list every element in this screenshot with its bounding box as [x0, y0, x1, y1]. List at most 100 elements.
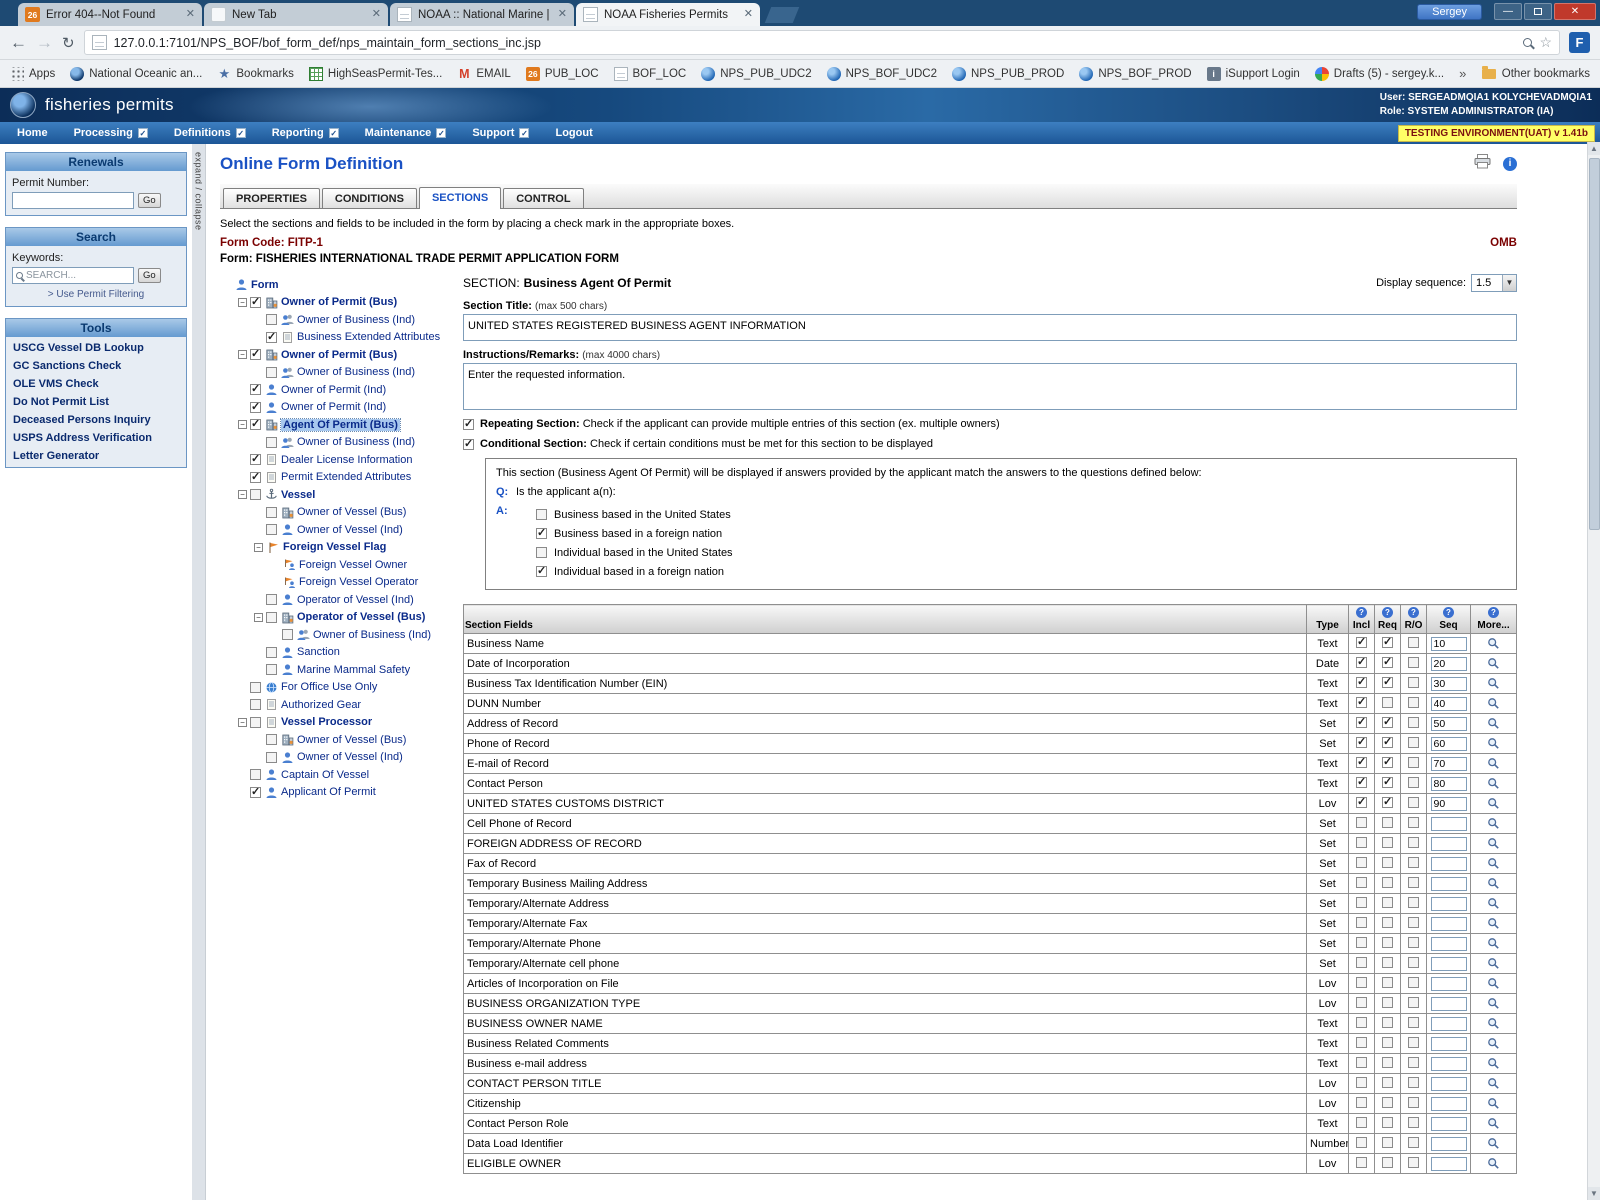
browser-tab-error-404-not-found[interactable]: 26Error 404--Not Found✕	[18, 3, 202, 26]
tab-close-icon[interactable]: ✕	[186, 9, 195, 20]
tree-item-label[interactable]: Owner of Vessel (Bus)	[297, 734, 406, 746]
seq-input[interactable]	[1431, 1097, 1467, 1111]
req-checkbox[interactable]	[1382, 1157, 1393, 1168]
seq-input[interactable]	[1431, 1137, 1467, 1151]
bookmark-bof-loc[interactable]: BOF_LOC	[614, 67, 687, 81]
field-details-icon[interactable]	[1474, 977, 1513, 990]
tree-item-owner-of-business-ind[interactable]: Owner of Business (Ind)	[220, 364, 455, 382]
repeating-section-checkbox[interactable]	[463, 419, 474, 430]
help-icon[interactable]: ?	[1443, 607, 1454, 618]
req-checkbox[interactable]	[1382, 1077, 1393, 1088]
incl-checkbox[interactable]	[1356, 857, 1367, 868]
tree-item-label[interactable]: Owner of Business (Ind)	[297, 436, 415, 448]
tree-checkbox[interactable]	[266, 524, 277, 535]
tree-item-applicant-of-permit[interactable]: Applicant Of Permit	[220, 784, 455, 802]
tree-checkbox[interactable]	[250, 699, 261, 710]
field-details-icon[interactable]	[1474, 1057, 1513, 1070]
forward-button[interactable]: →	[36, 34, 53, 51]
tree-item-label[interactable]: Sanction	[297, 646, 340, 658]
field-details-icon[interactable]	[1474, 1017, 1513, 1030]
tree-item-label[interactable]: Dealer License Information	[281, 454, 412, 466]
tree-item-label[interactable]: Foreign Vessel Flag	[283, 541, 386, 553]
incl-checkbox[interactable]	[1356, 1157, 1367, 1168]
incl-checkbox[interactable]	[1356, 837, 1367, 848]
readonly-checkbox[interactable]	[1408, 1157, 1419, 1168]
readonly-checkbox[interactable]	[1408, 637, 1419, 648]
readonly-checkbox[interactable]	[1408, 997, 1419, 1008]
omb-link[interactable]: OMB	[1490, 237, 1517, 249]
tree-checkbox[interactable]	[266, 734, 277, 745]
readonly-checkbox[interactable]	[1408, 877, 1419, 888]
incl-checkbox[interactable]	[1356, 877, 1367, 888]
field-details-icon[interactable]	[1474, 637, 1513, 650]
tree-item-label[interactable]: Owner of Business (Ind)	[297, 314, 415, 326]
incl-checkbox[interactable]	[1356, 997, 1367, 1008]
tool-link-letter-generator[interactable]: Letter Generator	[6, 447, 186, 465]
req-checkbox[interactable]	[1382, 697, 1393, 708]
renewals-go-button[interactable]: Go	[138, 193, 161, 208]
collapse-toggle-icon[interactable]: −	[238, 350, 247, 359]
seq-input[interactable]	[1431, 897, 1467, 911]
form-tab-sections[interactable]: SECTIONS	[419, 187, 501, 209]
tree-checkbox[interactable]	[282, 629, 293, 640]
readonly-checkbox[interactable]	[1408, 1137, 1419, 1148]
incl-checkbox[interactable]	[1356, 677, 1367, 688]
print-icon[interactable]	[1474, 154, 1491, 174]
field-details-icon[interactable]	[1474, 897, 1513, 910]
req-checkbox[interactable]	[1382, 937, 1393, 948]
tree-checkbox[interactable]	[250, 349, 261, 360]
zoom-icon[interactable]	[1523, 38, 1532, 47]
readonly-checkbox[interactable]	[1408, 777, 1419, 788]
tree-item-label[interactable]: Owner of Vessel (Bus)	[297, 506, 406, 518]
tree-item-permit-extended-attributes[interactable]: Permit Extended Attributes	[220, 469, 455, 487]
incl-checkbox[interactable]	[1356, 937, 1367, 948]
req-checkbox[interactable]	[1382, 877, 1393, 888]
other-bookmarks-button[interactable]: Other bookmarks	[1482, 68, 1590, 80]
seq-input[interactable]	[1431, 717, 1467, 731]
bookmark-star-icon[interactable]: ☆	[1539, 34, 1552, 51]
tree-item-label[interactable]: Owner of Vessel (Ind)	[297, 524, 403, 536]
answer-checkbox[interactable]	[536, 509, 547, 520]
section-title-input[interactable]: UNITED STATES REGISTERED BUSINESS AGENT …	[463, 314, 1517, 341]
incl-checkbox[interactable]	[1356, 657, 1367, 668]
readonly-checkbox[interactable]	[1408, 697, 1419, 708]
seq-input[interactable]	[1431, 1017, 1467, 1031]
readonly-checkbox[interactable]	[1408, 897, 1419, 908]
tab-close-icon[interactable]: ✕	[372, 9, 381, 20]
req-checkbox[interactable]	[1382, 857, 1393, 868]
req-checkbox[interactable]	[1382, 997, 1393, 1008]
req-checkbox[interactable]	[1382, 797, 1393, 808]
field-details-icon[interactable]	[1474, 837, 1513, 850]
field-details-icon[interactable]	[1474, 1117, 1513, 1130]
readonly-checkbox[interactable]	[1408, 937, 1419, 948]
search-input[interactable]	[26, 270, 130, 281]
tree-checkbox[interactable]	[266, 332, 277, 343]
bookmark-nps-bof-prod[interactable]: NPS_BOF_PROD	[1079, 67, 1191, 81]
tree-item-label[interactable]: Foreign Vessel Owner	[299, 559, 407, 571]
tree-item-foreign-vessel-operator[interactable]: Foreign Vessel Operator	[220, 574, 455, 592]
tool-link-deceased-persons-inquiry[interactable]: Deceased Persons Inquiry	[6, 411, 186, 429]
tree-item-label[interactable]: Captain Of Vessel	[281, 769, 369, 781]
minimize-button[interactable]: —	[1494, 3, 1522, 20]
seq-input[interactable]	[1431, 977, 1467, 991]
req-checkbox[interactable]	[1382, 657, 1393, 668]
help-icon[interactable]: ?	[1488, 607, 1499, 618]
req-checkbox[interactable]	[1382, 1057, 1393, 1068]
browser-tab-noaa-fisheries-permits[interactable]: NOAA Fisheries Permits✕	[576, 3, 760, 26]
readonly-checkbox[interactable]	[1408, 957, 1419, 968]
collapse-toggle-icon[interactable]: −	[238, 718, 247, 727]
tree-item-business-extended-attributes[interactable]: Business Extended Attributes	[220, 329, 455, 347]
req-checkbox[interactable]	[1382, 677, 1393, 688]
form-tab-properties[interactable]: PROPERTIES	[223, 188, 320, 208]
seq-input[interactable]	[1431, 877, 1467, 891]
readonly-checkbox[interactable]	[1408, 817, 1419, 828]
seq-input[interactable]	[1431, 777, 1467, 791]
bookmark-drafts-5-sergey-k[interactable]: Drafts (5) - sergey.k...	[1315, 67, 1444, 81]
incl-checkbox[interactable]	[1356, 1117, 1367, 1128]
nav-item-reporting[interactable]: Reporting✓	[259, 122, 352, 144]
tool-link-ole-vms-check[interactable]: OLE VMS Check	[6, 375, 186, 393]
incl-checkbox[interactable]	[1356, 917, 1367, 928]
browser-tab-noaa-national-marine[interactable]: NOAA :: National Marine |✕	[390, 3, 574, 26]
tree-item-label[interactable]: For Office Use Only	[281, 681, 377, 693]
tree-item-owner-of-vessel-bus[interactable]: Owner of Vessel (Bus)	[220, 731, 455, 749]
